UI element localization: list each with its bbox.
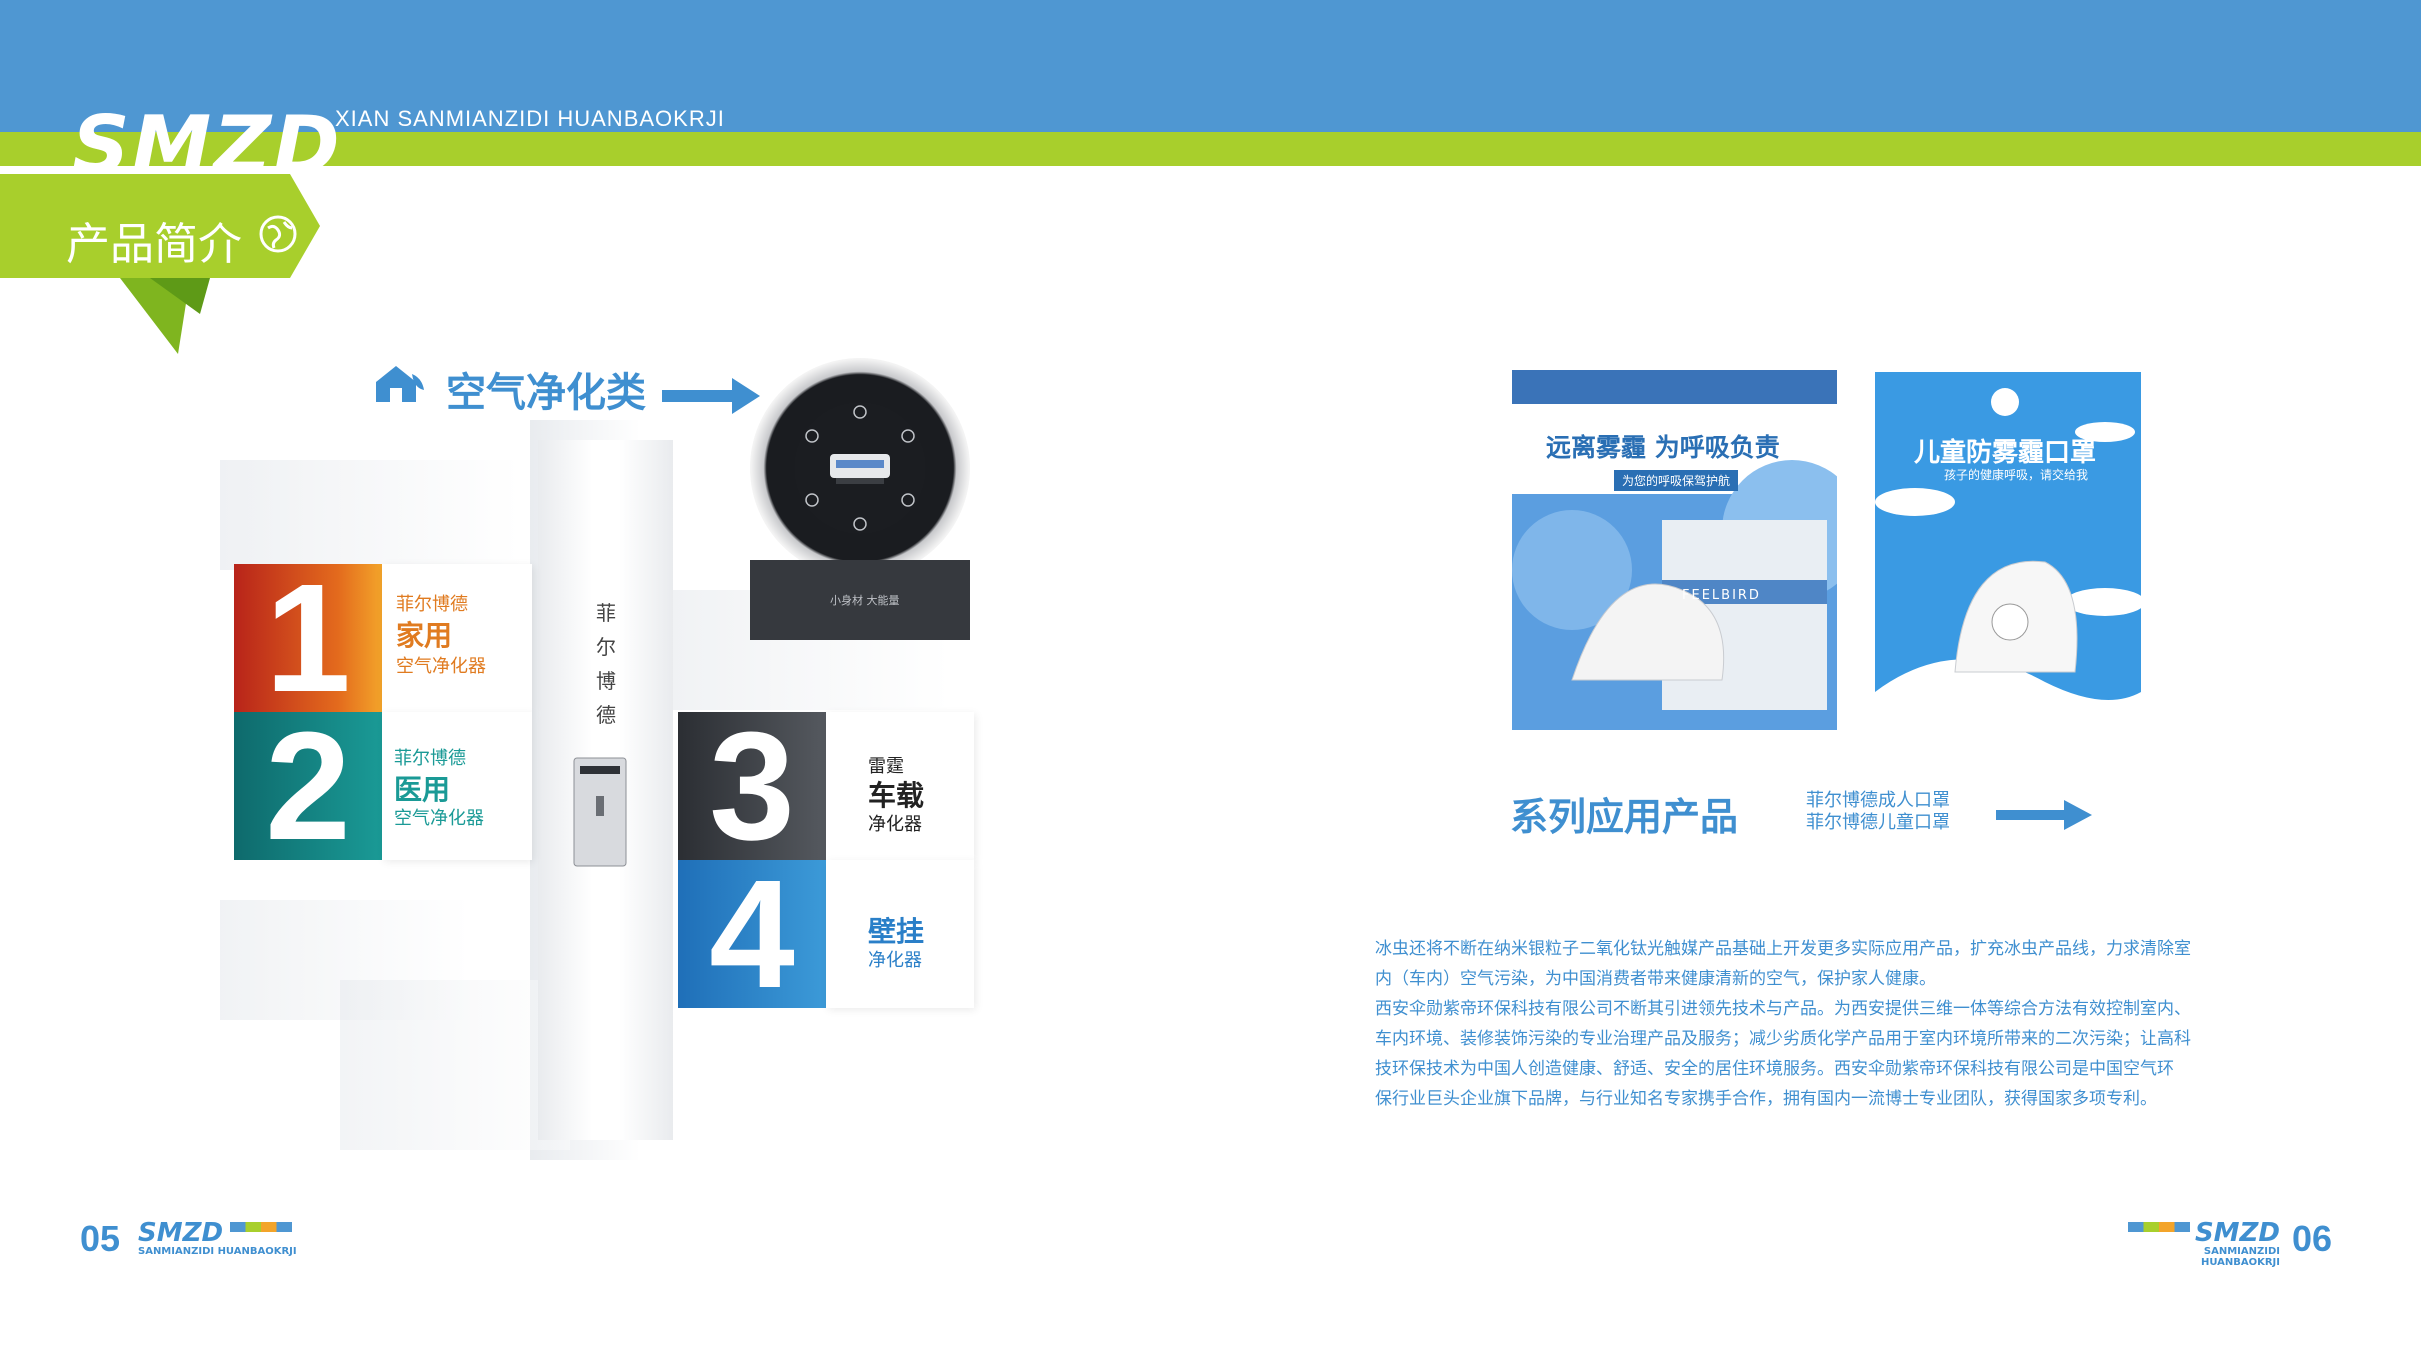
vertical-char: 尔 (596, 635, 616, 659)
series-items: 菲尔博德成人口罩 菲尔博德儿童口罩 (1806, 790, 1950, 834)
vertical-char: 菲 (596, 601, 616, 625)
series-item-adult: 菲尔博德成人口罩 (1806, 790, 1950, 811)
vertical-char: 博 (596, 669, 616, 693)
category-1-name: 家用 (396, 619, 453, 652)
category-2-brand: 菲尔博德 (394, 748, 466, 769)
description-line: 内（车内）空气污染，为中国消费者带来健康清新的空气，保护家人健康。 (1375, 969, 1936, 989)
child-mask-poster (1875, 372, 2141, 757)
vertical-char: 德 (596, 703, 616, 727)
footer-logo-subtitle: SANMIANZIDI HUANBAOKRJI (2200, 1246, 2280, 1268)
footer-logo-text: SMZD (2194, 1218, 2280, 1248)
category-4-name: 壁挂 (868, 915, 925, 948)
description-line: 车内环境、装修装饰污染的专业治理产品及服务；减少劣质化学产品用于室内环境所带来的… (1375, 1029, 2191, 1049)
category-2-type: 空气净化器 (394, 808, 484, 829)
category-2-number: 2 (234, 709, 382, 863)
adult-mask-poster-subtitle: 为您的呼吸保驾护航 (1614, 470, 1739, 491)
house-icon (376, 366, 424, 402)
arrow-right-icon (662, 378, 760, 414)
category-1-type: 空气净化器 (396, 656, 486, 677)
category-2-name: 医用 (394, 773, 451, 806)
footer-logo-subtitle: SANMIANZIDI HUANBAOKRJI (138, 1246, 297, 1257)
description-line: 技环保技术为中国人创造健康、舒适、安全的居住环境服务。西安伞勋紫帝环保科技有限公… (1375, 1059, 2174, 1079)
air-purifier-title: 空气净化类 (446, 370, 646, 416)
description-line: 冰虫还将不断在纳米银粒子二氧化钛光触媒产品基础上开发更多实际应用产品，扩充冰虫产… (1375, 939, 2191, 959)
company-description: 冰虫还将不断在纳米银粒子二氧化钛光触媒产品基础上开发更多实际应用产品，扩充冰虫产… (1375, 934, 2255, 1114)
category-4-number: 4 (678, 857, 826, 1011)
child-mask-poster-subtitle: 孩子的健康呼吸，请交给我 (1944, 468, 2089, 482)
header-green-band (0, 132, 2421, 166)
category-1-brand: 菲尔博德 (396, 594, 468, 615)
globe-icon (259, 215, 297, 253)
description-line: 西安伞勋紫帝环保科技有限公司不断其引进领先技术与产品。为西安提供三维一体等综合方… (1375, 999, 2191, 1019)
footer-color-bar-left (230, 1222, 292, 1232)
series-item-child: 菲尔博德儿童口罩 (1806, 812, 1950, 833)
child-mask-poster-title: 儿童防雾霾口罩 (1914, 438, 2097, 468)
header-subtitle: XIAN SANMIANZIDI HUANBAOKRJI (335, 106, 725, 131)
section-tag-label: 产品简介 (66, 219, 242, 270)
description-line: 保行业巨头企业旗下品牌，与行业知名专家携手合作，拥有国内一流博士专业团队，获得国… (1375, 1089, 2157, 1109)
vertical-brand-label: 菲 尔 博 德 (588, 596, 624, 732)
device-product-drawing (794, 402, 926, 534)
page-number-right: 06 (2292, 1218, 2333, 1259)
category-4-type: 净化器 (868, 950, 922, 971)
adult-mask-poster (1512, 370, 1837, 730)
category-3-type: 净化器 (868, 814, 922, 835)
series-title: 系列应用产品 (1510, 795, 1739, 839)
category-3-number: 3 (678, 709, 826, 863)
adult-mask-brand: FEELBIRD (1682, 588, 1761, 603)
arrow-right-icon (1996, 800, 2092, 830)
adult-mask-poster-title: 远离雾霾 为呼吸负责 (1546, 433, 1780, 462)
category-3-name: 车载 (868, 779, 925, 812)
category-1-number: 1 (234, 561, 382, 715)
page-number-left: 05 (80, 1218, 121, 1259)
standing-purifier-image (573, 757, 627, 867)
footer-logo-right: SMZD SANMIANZIDI HUANBAOKRJI (2128, 1220, 2280, 1268)
device-caption: 小身材 大能量 (830, 594, 900, 607)
